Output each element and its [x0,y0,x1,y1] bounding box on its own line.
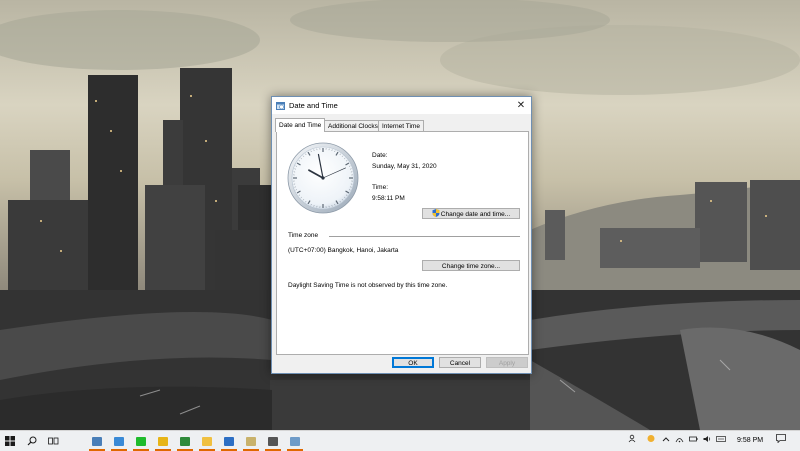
tab-date-and-time[interactable]: Date and Time [275,118,325,132]
notes-icon-glyph [246,437,256,446]
uac-shield-icon [432,209,440,217]
date-time-icon[interactable] [285,431,305,451]
notepad-icon-glyph [114,437,124,446]
line-icon-glyph [136,437,146,446]
dst-note: Daylight Saving Time is not observed by … [288,282,447,289]
dialog-titlebar[interactable]: Date and Time ✕ [272,97,531,114]
keyboard-icon[interactable] [716,431,726,451]
people-glyph [628,434,637,443]
chevron-glyph [662,436,670,442]
change-date-time-label: Change date and time... [441,211,510,218]
search-icon[interactable] [22,431,42,451]
app-blue-icon-glyph [224,437,234,446]
timezone-heading: Time zone [288,232,318,239]
notepad-icon[interactable] [109,431,129,451]
weather-glyph [646,434,656,443]
close-icon[interactable]: ✕ [511,97,531,114]
volume-icon[interactable] [703,431,712,451]
time-value: 9:58:11 PM [372,195,405,202]
network-glyph [675,435,684,443]
change-timezone-button[interactable]: Change time zone... [422,260,520,271]
start-glyph [5,436,15,446]
notification-icon[interactable] [776,431,786,451]
notes-icon[interactable] [241,431,261,451]
date-time-panel: Date: Sunday, May 31, 2020 Time: 9:58:11… [276,131,529,355]
wifi-icon[interactable] [689,431,698,451]
task-view-icon[interactable] [43,431,63,451]
control-panel-icon-glyph [92,437,102,446]
apply-button[interactable]: Apply [486,357,528,368]
ok-button[interactable]: OK [392,357,434,368]
chevron-up-icon[interactable] [662,431,670,451]
file-explorer-icon-glyph [202,437,212,446]
keyboard-glyph [716,435,726,443]
date-time-dialog: Date and Time ✕ Date and Time Additional… [271,96,532,374]
app-blue-icon[interactable] [219,431,239,451]
chrome-icon[interactable] [153,431,173,451]
app-green-icon-glyph [180,437,190,446]
task-view-glyph [48,436,59,446]
timezone-value: (UTC+07:00) Bangkok, Hanoi, Jakarta [288,247,398,254]
wifi-glyph [689,435,698,443]
control-panel-icon[interactable] [87,431,107,451]
search-glyph [27,436,37,446]
app-green-icon[interactable] [175,431,195,451]
cancel-button[interactable]: Cancel [439,357,481,368]
people-icon[interactable] [628,431,637,451]
windows-logo-icon[interactable] [0,431,20,451]
file-explorer-icon[interactable] [197,431,217,451]
date-time-icon [276,101,285,110]
network-icon[interactable] [675,431,684,451]
chrome-icon-glyph [158,437,168,446]
date-value: Sunday, May 31, 2020 [372,163,437,170]
taskbar-clock[interactable]: 9:58 PM [737,431,763,451]
line-icon[interactable] [131,431,151,451]
settings-icon[interactable] [263,431,283,451]
timezone-divider [329,236,520,237]
change-date-time-button[interactable]: Change date and time... [422,208,520,219]
analog-clock [287,142,359,214]
volume-glyph [703,435,712,443]
notification-glyph [776,434,786,443]
date-label: Date: [372,152,388,159]
time-label: Time: [372,184,388,191]
weather-icon[interactable] [646,431,656,451]
date-time-icon-glyph [290,437,300,446]
settings-icon-glyph [268,437,278,446]
dialog-title: Date and Time [289,101,338,110]
taskbar: 9:58 PM [0,430,800,451]
